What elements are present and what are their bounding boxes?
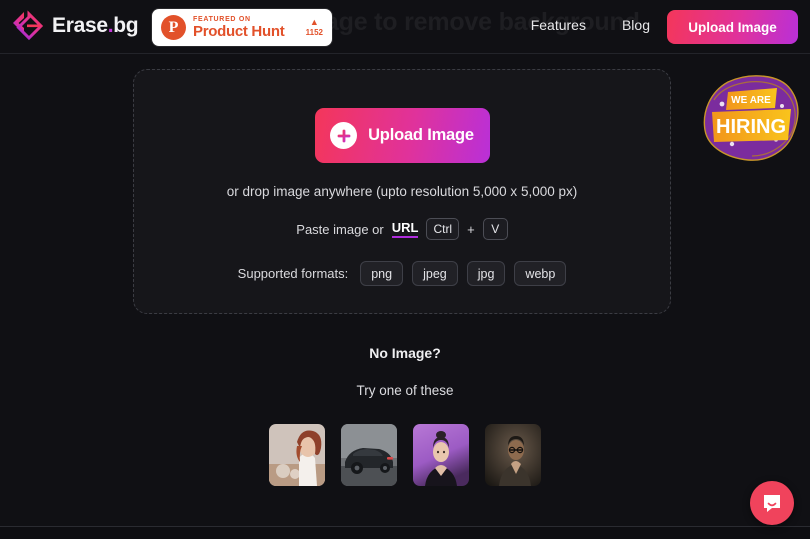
header-upload-image-button[interactable]: Upload Image xyxy=(667,10,798,44)
logo-name-suffix: bg xyxy=(113,14,139,37)
nav-item-blog[interactable]: Blog xyxy=(622,17,650,33)
product-hunt-p-icon: P xyxy=(161,15,186,40)
format-chip-jpeg: jpeg xyxy=(412,261,458,286)
try-one-of-these-label: Try one of these xyxy=(356,383,454,398)
upload-dropzone[interactable]: Upload Image or drop image anywhere (upt… xyxy=(133,69,671,314)
logo-name-main: Erase xyxy=(52,14,108,37)
erasebg-upload-page: Upload an image to remove background xyxy=(0,0,810,539)
paste-image-row: Paste image or URL Ctrl + V xyxy=(296,218,508,240)
sample-thumbnail-list xyxy=(0,424,810,486)
key-v: V xyxy=(482,218,508,240)
chat-bubble-smile-icon[interactable] xyxy=(750,481,794,525)
plus-circle-icon xyxy=(330,122,358,149)
product-hunt-upvote: ▲ 1152 xyxy=(306,18,323,37)
format-chip-png: png xyxy=(360,261,404,286)
upvote-count: 1152 xyxy=(305,28,323,37)
supported-formats-label: Supported formats: xyxy=(237,266,349,281)
logo-text: Erase.bg xyxy=(52,14,139,38)
paste-url-link[interactable]: URL xyxy=(391,220,419,238)
logo[interactable]: Erase.bg xyxy=(10,9,139,43)
paste-prefix-label: Paste image or xyxy=(296,221,384,237)
upload-image-button-label: Upload Image xyxy=(368,126,474,144)
upload-image-button[interactable]: Upload Image xyxy=(314,108,490,163)
format-chip-jpg: jpg xyxy=(466,261,506,286)
product-hunt-name: Product Hunt xyxy=(193,23,285,40)
product-hunt-featured-label: FEATURED ON xyxy=(193,16,251,23)
sample-man-dark-portrait[interactable] xyxy=(485,424,541,486)
svg-text:HIRING: HIRING xyxy=(716,116,786,138)
primary-nav: Features Blog xyxy=(531,17,650,33)
drop-hint-text: or drop image anywhere (upto resolution … xyxy=(226,184,578,199)
footer-area xyxy=(0,527,810,539)
upvote-arrow-icon: ▲ xyxy=(309,17,319,27)
key-ctrl: Ctrl xyxy=(426,218,460,240)
key-plus-separator: + xyxy=(467,221,475,237)
nav-item-features[interactable]: Features xyxy=(531,17,586,33)
samples-section: No Image? Try one of these xyxy=(0,345,810,486)
erasebg-diamond-logo-icon xyxy=(10,9,44,43)
format-chip-webp: webp xyxy=(514,261,567,286)
product-hunt-badge[interactable]: P FEATURED ON Product Hunt ▲ 1152 xyxy=(152,9,332,46)
sample-black-sports-car[interactable] xyxy=(341,424,397,486)
sample-woman-purple-backdrop[interactable] xyxy=(413,424,469,486)
supported-formats-row: Supported formats: png jpeg jpg webp xyxy=(238,261,567,286)
sample-woman-white-blazer[interactable] xyxy=(269,424,325,486)
svg-text:WE ARE: WE ARE xyxy=(731,95,771,106)
site-header: Erase.bg P FEATURED ON Product Hunt ▲ 11… xyxy=(0,0,810,54)
product-hunt-text: FEATURED ON Product Hunt xyxy=(193,16,285,40)
no-image-heading: No Image? xyxy=(369,345,441,361)
we-are-hiring-badge-icon[interactable]: WE ARE HIRING xyxy=(698,70,806,166)
